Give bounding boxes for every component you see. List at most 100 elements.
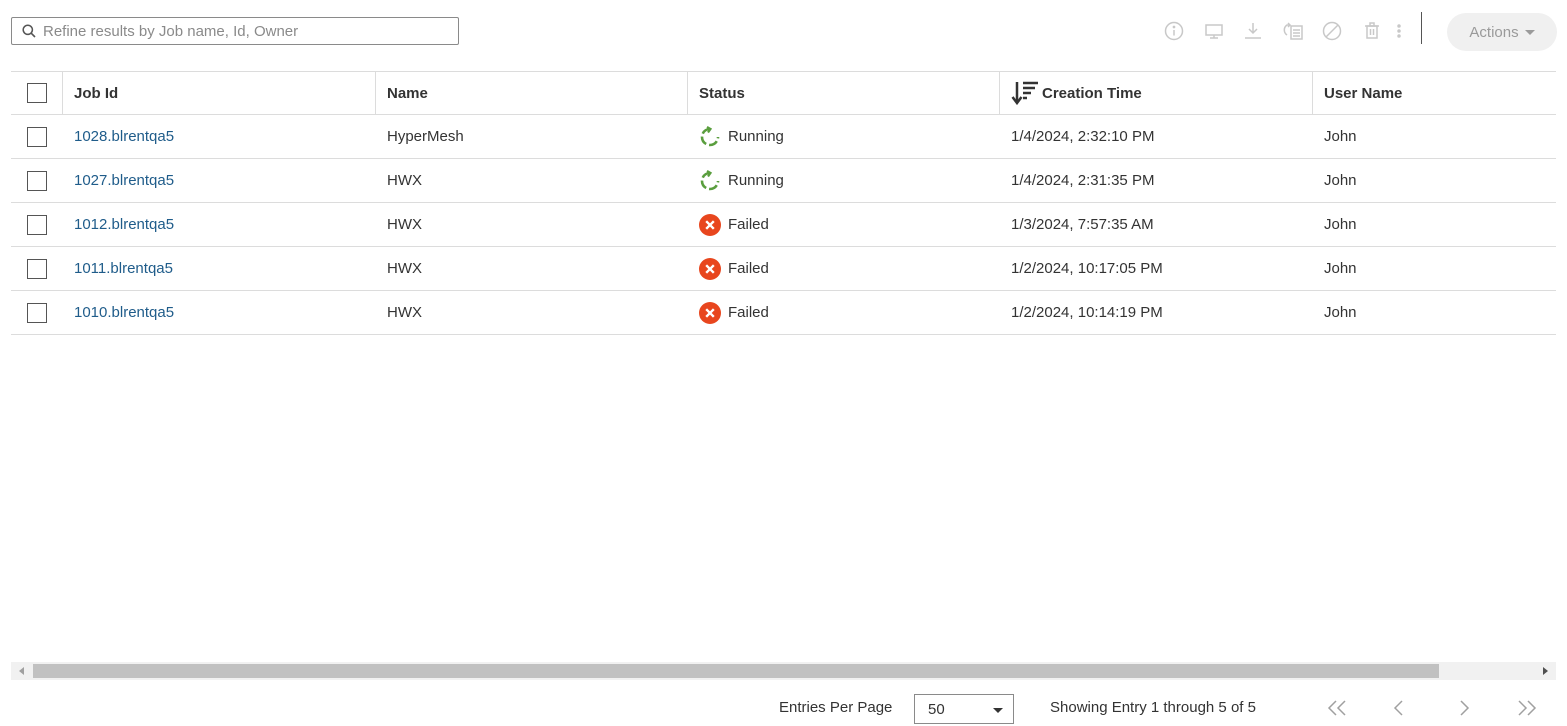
- job-name-cell: HWX: [375, 291, 687, 334]
- entries-per-page-value: 50: [928, 700, 945, 718]
- jobs-table: Job Id Name Status Creation Time User Na…: [11, 71, 1556, 335]
- first-page-icon[interactable]: [1326, 698, 1348, 718]
- failed-icon: [699, 213, 721, 236]
- column-header-creation-time[interactable]: Creation Time: [999, 72, 1312, 114]
- toolbar-divider: [1421, 12, 1422, 44]
- creation-time-cell: 1/3/2024, 7:57:35 AM: [999, 203, 1312, 246]
- search-box[interactable]: [11, 17, 459, 45]
- chevron-down-icon: [993, 708, 1003, 713]
- job-id-link[interactable]: 1011.blrentqa5: [74, 260, 173, 277]
- job-id-link[interactable]: 1028.blrentqa5: [74, 128, 174, 145]
- horizontal-scrollbar[interactable]: [11, 662, 1556, 680]
- search-input[interactable]: [41, 21, 445, 41]
- row-checkbox[interactable]: [26, 170, 47, 191]
- creation-time: 1/2/2024, 10:14:19 PM: [1011, 304, 1163, 321]
- column-header-name[interactable]: Name: [375, 72, 687, 114]
- creation-time-cell: 1/4/2024, 2:32:10 PM: [999, 115, 1312, 158]
- creation-time-cell: 1/4/2024, 2:31:35 PM: [999, 159, 1312, 202]
- user-name-cell: John: [1312, 159, 1556, 202]
- delete-icon[interactable]: [1361, 20, 1383, 42]
- status-cell: Running: [687, 159, 999, 202]
- status-text: Failed: [728, 216, 769, 233]
- scroll-right-arrow[interactable]: [1543, 667, 1548, 675]
- table-row[interactable]: 1028.blrentqa5 HyperMesh Running 1/4/2024, …: [11, 115, 1556, 159]
- next-page-icon[interactable]: [1453, 698, 1475, 718]
- column-label: Creation Time: [1042, 84, 1142, 102]
- job-name: HWX: [387, 260, 422, 277]
- row-checkbox[interactable]: [26, 126, 47, 147]
- row-select-cell: [11, 247, 62, 290]
- user-name: John: [1324, 172, 1357, 189]
- creation-time: 1/4/2024, 2:31:35 PM: [1011, 172, 1155, 189]
- status-cell: Failed: [687, 203, 999, 246]
- user-name: John: [1324, 304, 1357, 321]
- job-id-cell: 1012.blrentqa5: [62, 203, 375, 246]
- row-select-cell: [11, 203, 62, 246]
- table-row[interactable]: 1012.blrentqa5 HWX Failed 1/3/2024, 7:57:35…: [11, 203, 1556, 247]
- row-select-cell: [11, 115, 62, 158]
- cancel-icon[interactable]: [1321, 20, 1343, 42]
- status-text: Running: [728, 172, 784, 189]
- failed-icon: [699, 257, 721, 280]
- running-icon: [699, 169, 721, 192]
- status-text: Running: [728, 128, 784, 145]
- running-icon: [699, 125, 721, 148]
- column-label: Status: [699, 84, 745, 102]
- scrollbar-thumb[interactable]: [33, 664, 1439, 678]
- job-name-cell: HWX: [375, 247, 687, 290]
- actions-button[interactable]: Actions: [1447, 13, 1557, 51]
- row-checkbox[interactable]: [26, 258, 47, 279]
- copy-icon[interactable]: [1282, 20, 1304, 42]
- table-row[interactable]: 1011.blrentqa5 HWX Failed 1/2/2024, 10:17:0…: [11, 247, 1556, 291]
- job-id-link[interactable]: 1012.blrentqa5: [74, 216, 174, 233]
- entries-per-page-select[interactable]: 50: [914, 694, 1014, 724]
- status-text: Failed: [728, 260, 769, 277]
- table-header: Job Id Name Status Creation Time User Na…: [11, 72, 1556, 115]
- download-icon[interactable]: [1242, 20, 1264, 42]
- job-id-cell: 1010.blrentqa5: [62, 291, 375, 334]
- creation-time: 1/3/2024, 7:57:35 AM: [1011, 216, 1154, 233]
- creation-time: 1/2/2024, 10:17:05 PM: [1011, 260, 1163, 277]
- job-id-link[interactable]: 1010.blrentqa5: [74, 304, 174, 321]
- table-row[interactable]: 1027.blrentqa5 HWX Running 1/4/2024, 2:31:3…: [11, 159, 1556, 203]
- monitor-icon[interactable]: [1203, 20, 1225, 42]
- pagination-summary: Showing Entry 1 through 5 of 5: [1050, 699, 1256, 716]
- pagination-bar: Entries Per Page 50 Showing Entry 1 thro…: [0, 690, 1567, 726]
- user-name-cell: John: [1312, 115, 1556, 158]
- table-row[interactable]: 1010.blrentqa5 HWX Failed 1/2/2024, 10:14:1…: [11, 291, 1556, 335]
- row-checkbox[interactable]: [26, 302, 47, 323]
- creation-time: 1/4/2024, 2:32:10 PM: [1011, 128, 1155, 145]
- column-header-user-name[interactable]: User Name: [1312, 72, 1556, 114]
- column-header-job-id[interactable]: Job Id: [62, 72, 375, 114]
- job-id-cell: 1028.blrentqa5: [62, 115, 375, 158]
- chevron-down-icon: [1524, 29, 1535, 35]
- user-name-cell: John: [1312, 203, 1556, 246]
- more-icon[interactable]: [1389, 20, 1409, 42]
- status-cell: Failed: [687, 247, 999, 290]
- row-select-cell: [11, 291, 62, 334]
- column-label: Name: [387, 84, 428, 102]
- creation-time-cell: 1/2/2024, 10:17:05 PM: [999, 247, 1312, 290]
- last-page-icon[interactable]: [1516, 698, 1538, 718]
- sort-descending-icon[interactable]: [1011, 80, 1039, 106]
- job-name: HyperMesh: [387, 128, 464, 145]
- actions-label: Actions: [1469, 23, 1519, 41]
- job-id-link[interactable]: 1027.blrentqa5: [74, 172, 174, 189]
- scroll-left-arrow[interactable]: [19, 667, 24, 675]
- job-name: HWX: [387, 216, 422, 233]
- user-name: John: [1324, 260, 1357, 277]
- info-icon[interactable]: [1163, 20, 1185, 42]
- job-name: HWX: [387, 172, 422, 189]
- status-cell: Failed: [687, 291, 999, 334]
- column-header-status[interactable]: Status: [687, 72, 999, 114]
- job-name-cell: HyperMesh: [375, 115, 687, 158]
- select-all-checkbox[interactable]: [26, 83, 47, 103]
- search-icon: [22, 24, 36, 38]
- row-checkbox[interactable]: [26, 214, 47, 235]
- select-all-cell: [11, 72, 62, 114]
- status-cell: Running: [687, 115, 999, 158]
- user-name-cell: John: [1312, 291, 1556, 334]
- status-text: Failed: [728, 304, 769, 321]
- previous-page-icon[interactable]: [1388, 698, 1410, 718]
- job-name: HWX: [387, 304, 422, 321]
